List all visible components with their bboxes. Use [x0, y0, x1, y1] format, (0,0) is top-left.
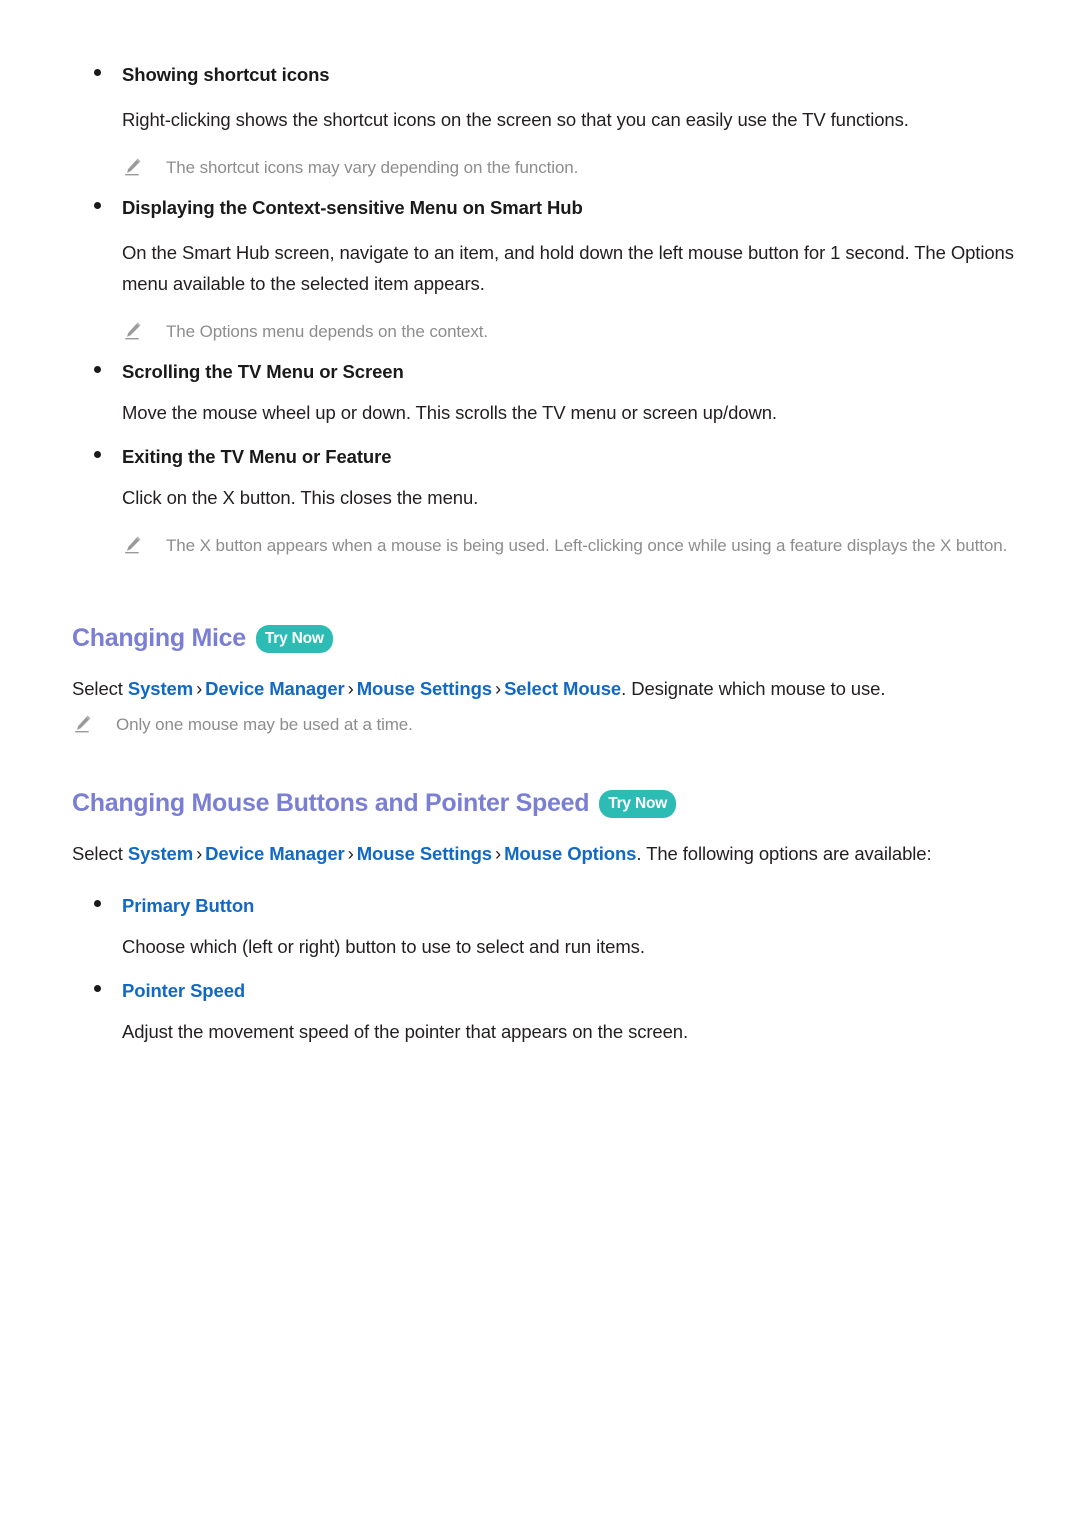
- path-link-mouse-options[interactable]: Mouse Options: [504, 843, 636, 864]
- path-separator: ›: [495, 678, 502, 699]
- pencil-icon: [122, 320, 166, 348]
- list-item-label: Showing shortcut icons: [122, 64, 330, 85]
- list-item-body: Move the mouse wheel up or down. This sc…: [122, 402, 777, 423]
- path-link-mouse-settings[interactable]: Mouse Settings: [357, 843, 492, 864]
- path-suffix: . The following options are available:: [636, 843, 932, 864]
- note-text: The shortcut icons may vary depending on…: [166, 158, 579, 177]
- option-body-primary-button: Choose which (left or right) button to u…: [122, 936, 645, 957]
- bullet-dot-icon: [72, 60, 122, 90]
- path-separator: ›: [347, 678, 354, 699]
- list-item-label: Scrolling the TV Menu or Screen: [122, 361, 404, 382]
- note: Only one mouse may be used at a time.: [72, 710, 1018, 740]
- list-item: Displaying the Context-sensitive Menu on…: [72, 193, 1018, 223]
- path-link-system[interactable]: System: [128, 843, 193, 864]
- note-text: Only one mouse may be used at a time.: [116, 715, 413, 734]
- path-link-device-manager[interactable]: Device Manager: [205, 678, 345, 699]
- try-now-badge[interactable]: Try Now: [599, 789, 677, 819]
- path-separator: ›: [196, 678, 203, 699]
- try-now-badge[interactable]: Try Now: [255, 624, 333, 654]
- list-item-label: Exiting the TV Menu or Feature: [122, 446, 392, 467]
- path-link-device-manager[interactable]: Device Manager: [205, 843, 345, 864]
- path-prefix: Select: [72, 678, 128, 699]
- option-label-primary-button[interactable]: Primary Button: [122, 891, 254, 921]
- path-separator: ›: [347, 843, 354, 864]
- path-suffix: . Designate which mouse to use.: [621, 678, 886, 699]
- bullet-dot-icon: [72, 891, 122, 921]
- path-separator: ›: [495, 843, 502, 864]
- note: The X button appears when a mouse is bei…: [72, 531, 1018, 561]
- bullet-dot-icon: [72, 193, 122, 223]
- bullet-dot-icon: [72, 976, 122, 1006]
- list-item-body: On the Smart Hub screen, navigate to an …: [122, 242, 1014, 294]
- pencil-icon: [122, 534, 166, 562]
- menu-path-mouse-options: Select System › Device Manager › Mouse Setti…: [72, 838, 992, 869]
- list-item-body: Right-clicking shows the shortcut icons …: [122, 109, 909, 130]
- path-link-select-mouse[interactable]: Select Mouse: [504, 678, 621, 699]
- note: The Options menu depends on the context.: [72, 317, 1018, 347]
- section-heading-text: Changing Mice: [72, 624, 246, 652]
- section-heading-mouse-buttons-pointer-speed: Changing Mouse Buttons and Pointer Speed…: [72, 786, 1018, 820]
- path-link-system[interactable]: System: [128, 678, 193, 699]
- list-item: Showing shortcut icons: [72, 60, 1018, 90]
- section-heading-text: Changing Mouse Buttons and Pointer Speed: [72, 789, 590, 817]
- menu-path-changing-mice: Select System › Device Manager › Mouse Setti…: [72, 673, 992, 704]
- section-heading-changing-mice: Changing Mice Try Now: [72, 621, 1018, 655]
- list-item: Primary Button: [72, 891, 1018, 921]
- list-item: Scrolling the TV Menu or Screen: [72, 357, 1018, 387]
- list-item: Exiting the TV Menu or Feature: [72, 442, 1018, 472]
- note-text: The X button appears when a mouse is bei…: [166, 536, 1008, 555]
- note-text: The Options menu depends on the context.: [166, 322, 489, 341]
- list-item-label: Displaying the Context-sensitive Menu on…: [122, 197, 583, 218]
- path-separator: ›: [196, 843, 203, 864]
- bullet-dot-icon: [72, 442, 122, 472]
- path-link-mouse-settings[interactable]: Mouse Settings: [357, 678, 492, 699]
- document-page: Showing shortcut icons Right-clicking sh…: [0, 0, 1080, 1527]
- list-item: Pointer Speed: [72, 976, 1018, 1006]
- pencil-icon: [72, 713, 116, 741]
- list-item-body: Click on the X button. This closes the m…: [122, 487, 479, 508]
- option-body-pointer-speed: Adjust the movement speed of the pointer…: [122, 1021, 689, 1042]
- path-prefix: Select: [72, 843, 128, 864]
- pencil-icon: [122, 156, 166, 184]
- bullet-dot-icon: [72, 357, 122, 387]
- option-label-pointer-speed[interactable]: Pointer Speed: [122, 976, 245, 1006]
- note: The shortcut icons may vary depending on…: [72, 153, 1018, 183]
